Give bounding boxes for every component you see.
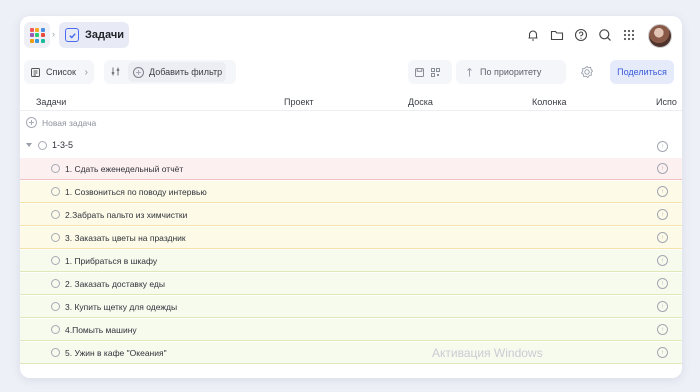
breadcrumb-separator-icon: ›	[52, 29, 55, 39]
chevron-right-icon: ›	[84, 66, 88, 78]
apps-grid-dot	[40, 27, 45, 32]
plus-circle-icon	[133, 66, 144, 78]
bell-icon[interactable]	[525, 27, 540, 42]
list-icon	[31, 67, 40, 77]
apps-grid-icon	[29, 27, 45, 43]
avatar[interactable]	[648, 24, 672, 48]
tab-tasks[interactable]: Задачи	[59, 22, 129, 48]
collapse-triangle-icon[interactable]	[26, 143, 32, 147]
add-filter-button[interactable]: Добавить фильтр	[128, 62, 226, 82]
task-title: 1. Созвониться по поводу интервью	[65, 186, 207, 197]
task-title: 3. Купить щетку для одежды	[65, 301, 178, 312]
apps-grid-dot	[35, 33, 39, 37]
table-row[interactable]: 2. Заказать доставку еды ↑	[20, 273, 682, 295]
status-circle-icon[interactable]	[51, 279, 60, 288]
new-task-button[interactable]: Новая задача	[26, 117, 96, 128]
folder-icon[interactable]	[549, 27, 564, 42]
plus-circle-icon	[26, 117, 37, 128]
share-button[interactable]: Поделиться	[610, 60, 674, 84]
status-circle-icon[interactable]	[51, 210, 60, 219]
filter-settings-icon[interactable]	[110, 66, 121, 77]
priority-up-icon[interactable]: ↑	[657, 141, 668, 152]
sort-icon	[467, 67, 472, 76]
sort-label: По приоритету	[480, 67, 542, 77]
view-selector[interactable]: Список ›	[24, 60, 94, 84]
task-title: 2. Заказать доставку еды	[65, 278, 165, 289]
watermark: Активация Windows	[432, 346, 543, 360]
priority-up-icon[interactable]: ↑	[657, 347, 668, 358]
status-circle-icon[interactable]	[51, 325, 60, 334]
table-row[interactable]: 1. Прибраться в шкафу ↑	[20, 250, 682, 272]
column-header-board[interactable]: Доска	[408, 97, 433, 107]
priority-up-icon[interactable]: ↑	[657, 209, 668, 220]
column-header-tasks[interactable]: Задачи	[36, 97, 66, 107]
column-header-column[interactable]: Колонка	[532, 97, 567, 107]
task-title: 1. Прибраться в шкафу	[65, 255, 158, 266]
status-circle-icon[interactable]	[38, 140, 47, 150]
priority-up-icon[interactable]: ↑	[657, 301, 668, 312]
apps-grid-dot	[29, 33, 34, 37]
save-icon[interactable]	[414, 67, 425, 78]
task-title: 1. Сдать еженедельный отчёт	[65, 163, 184, 174]
save-view-area	[408, 60, 452, 84]
add-filter-label: Добавить фильтр	[149, 67, 223, 77]
search-icon[interactable]	[597, 27, 612, 42]
priority-up-icon[interactable]: ↑	[657, 232, 668, 243]
more-grid-icon[interactable]	[621, 27, 636, 42]
gear-icon[interactable]	[576, 60, 598, 84]
table-row[interactable]: 1. Созвониться по поводу интервью ↑	[20, 181, 682, 203]
status-circle-icon[interactable]	[51, 187, 60, 196]
status-circle-icon[interactable]	[51, 348, 60, 357]
top-bar: › Задачи	[20, 16, 682, 54]
table-row[interactable]: 3. Купить щетку для одежды ↑	[20, 296, 682, 318]
group-label: 1-3-5	[52, 140, 74, 150]
page-title: Задачи	[85, 29, 124, 41]
apps-grid-dot	[29, 27, 34, 32]
table-row[interactable]: 4.Помыть машину ↑	[20, 319, 682, 341]
apps-grid-dot	[29, 38, 34, 43]
apps-grid-dot	[40, 38, 45, 43]
column-header-assignee[interactable]: Испо	[656, 97, 677, 107]
priority-up-icon[interactable]: ↑	[657, 324, 668, 335]
task-title: 5. Ужин в кафе "Океания"	[65, 347, 167, 358]
task-title: 4.Помыть машину	[65, 324, 137, 335]
status-circle-icon[interactable]	[51, 164, 60, 173]
new-task-label: Новая задача	[42, 117, 97, 128]
table-header: Задачи Проект Доска Колонка Испо	[20, 94, 682, 111]
task-title: 2.Забрать пальто из химчистки	[65, 209, 188, 220]
status-circle-icon[interactable]	[51, 302, 60, 311]
priority-up-icon[interactable]: ↑	[657, 163, 668, 174]
help-icon[interactable]	[573, 27, 588, 42]
apps-grid-button[interactable]	[24, 22, 50, 48]
sort-selector[interactable]: По приоритету	[456, 60, 566, 84]
group-header[interactable]: 1-3-5	[26, 140, 73, 150]
status-circle-icon[interactable]	[51, 256, 60, 265]
task-title: 3. Заказать цветы на праздник	[65, 232, 186, 243]
table-row[interactable]: 3. Заказать цветы на праздник ↑	[20, 227, 682, 249]
priority-up-icon[interactable]: ↑	[657, 186, 668, 197]
app-window: › Задачи Список › Добавить фильтр По при…	[20, 16, 682, 378]
view-label: Список	[46, 67, 76, 77]
table-row[interactable]: 1. Сдать еженедельный отчёт ↑	[20, 158, 682, 180]
filter-area: Добавить фильтр	[104, 60, 236, 84]
apps-grid-dot	[35, 38, 39, 43]
check-icon	[65, 28, 79, 42]
priority-up-icon[interactable]: ↑	[657, 255, 668, 266]
toolbar: Список › Добавить фильтр По приоритету П…	[20, 60, 682, 86]
status-circle-icon[interactable]	[51, 233, 60, 242]
column-header-project[interactable]: Проект	[284, 97, 314, 107]
qr-code-icon[interactable]	[430, 67, 441, 78]
apps-grid-dot	[40, 33, 45, 37]
priority-up-icon[interactable]: ↑	[657, 278, 668, 289]
apps-grid-dot	[35, 27, 39, 32]
table-row[interactable]: 2.Забрать пальто из химчистки ↑	[20, 204, 682, 226]
table-row[interactable]: 5. Ужин в кафе "Океания" ↑	[20, 342, 682, 364]
